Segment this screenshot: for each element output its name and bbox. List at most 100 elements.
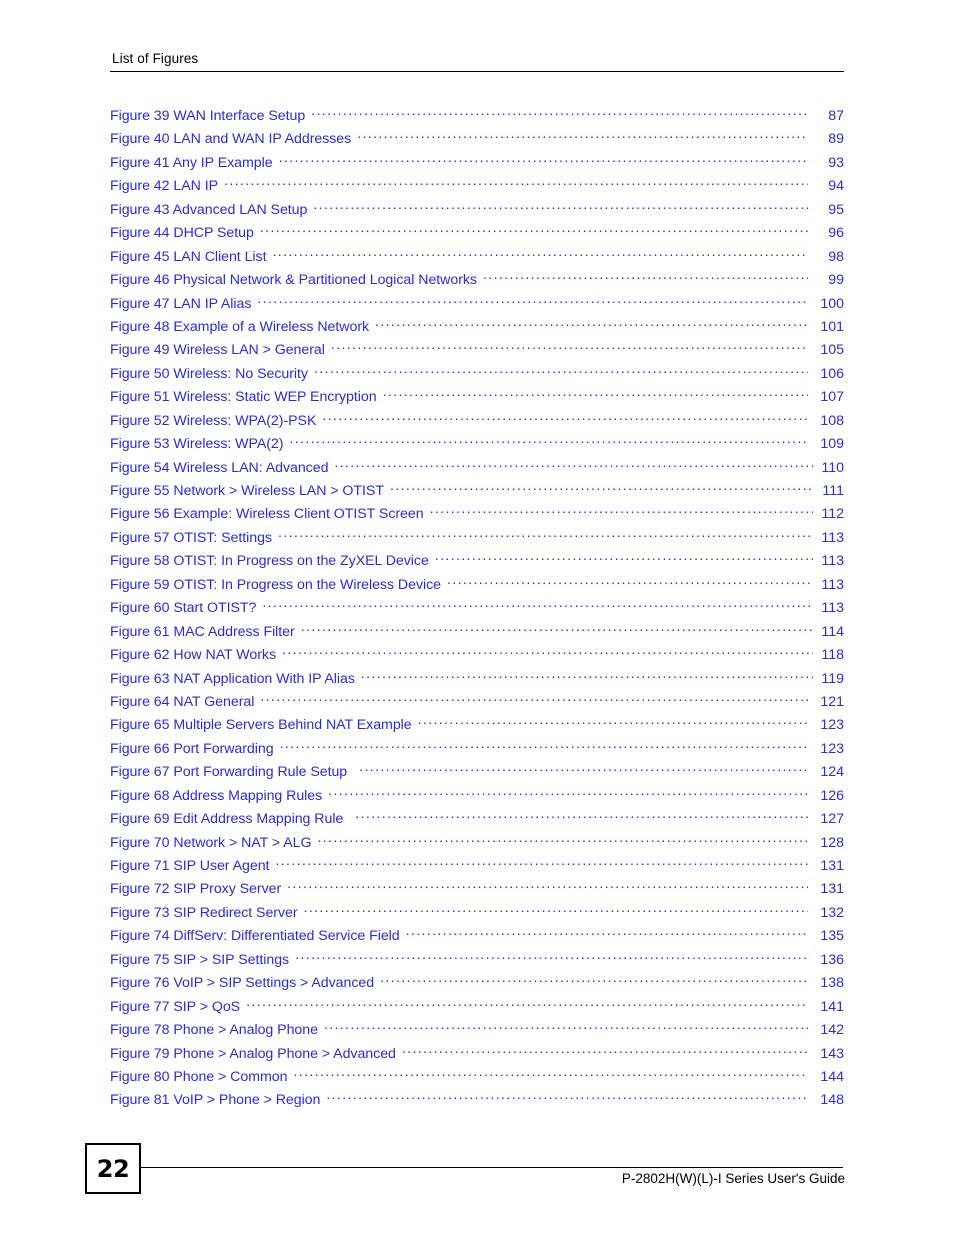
figure-entry-page-number: 113 <box>821 553 844 570</box>
figure-entry[interactable]: Figure 55 Network > Wireless LAN > OTIST… <box>110 481 844 504</box>
figure-entry[interactable]: Figure 64 NAT General 121 <box>110 692 844 715</box>
figure-entry[interactable]: Figure 52 Wireless: WPA(2)-PSK 108 <box>110 411 844 434</box>
figure-entry-page-number: 113 <box>821 576 844 593</box>
figure-entry[interactable]: Figure 59 OTIST: In Progress on the Wire… <box>110 575 844 598</box>
figure-entry[interactable]: Figure 41 Any IP Example 93 <box>110 153 844 176</box>
figure-entry[interactable]: Figure 63 NAT Application With IP Alias 1… <box>110 669 844 692</box>
figure-entry[interactable]: Figure 46 Physical Network & Partitioned… <box>110 270 844 293</box>
figure-entry[interactable]: Figure 69 Edit Address Mapping Rule 127 <box>110 809 844 832</box>
figure-entry-page-number: 107 <box>820 389 844 406</box>
figure-entry-label: Figure 44 DHCP Setup <box>110 225 254 242</box>
figure-entry[interactable]: Figure 76 VoIP > SIP Settings > Advanced… <box>110 973 844 996</box>
dot-leader <box>334 458 813 472</box>
figure-entry[interactable]: Figure 80 Phone > Common 144 <box>110 1067 844 1090</box>
figure-entry-label: Figure 48 Example of a Wireless Network <box>110 318 370 335</box>
figure-entry-label: Figure 79 Phone > Analog Phone > Advance… <box>110 1045 396 1062</box>
header-title: List of Figures <box>112 51 199 66</box>
figure-entry-label: Figure 41 Any IP Example <box>110 154 273 171</box>
figure-entry-label: Figure 54 Wireless LAN: Advanced <box>110 459 329 476</box>
figure-entry-page-number: 114 <box>821 623 844 640</box>
dot-leader <box>324 1020 808 1034</box>
figure-entry[interactable]: Figure 75 SIP > SIP Settings 136 <box>110 950 844 973</box>
figure-entry-label: Figure 77 SIP > QoS <box>110 998 241 1015</box>
dot-leader <box>328 786 808 800</box>
figure-entry[interactable]: Figure 48 Example of a Wireless Network 1… <box>110 317 844 340</box>
figure-entry-page-number: 106 <box>820 365 844 382</box>
dot-leader <box>418 715 808 729</box>
figure-entry[interactable]: Figure 39 WAN Interface Setup 87 <box>110 106 844 129</box>
figure-entry[interactable]: Figure 77 SIP > QoS 141 <box>110 997 844 1020</box>
figure-entry[interactable]: Figure 43 Advanced LAN Setup 95 <box>110 200 844 223</box>
figure-entry-label: Figure 50 Wireless: No Security <box>110 365 308 382</box>
figure-entry[interactable]: Figure 54 Wireless LAN: Advanced 110 <box>110 458 844 481</box>
figure-entry-label: Figure 68 Address Mapping Rules <box>110 787 323 804</box>
figure-entry[interactable]: Figure 40 LAN and WAN IP Addresses 89 <box>110 129 844 152</box>
figure-entry-page-number: 113 <box>821 529 844 546</box>
figure-entry[interactable]: Figure 56 Example: Wireless Client OTIST… <box>110 504 844 527</box>
figure-entry-page-number: 101 <box>820 318 844 335</box>
figure-entry[interactable]: Figure 68 Address Mapping Rules 126 <box>110 786 844 809</box>
figure-entry[interactable]: Figure 44 DHCP Setup 96 <box>110 223 844 246</box>
figure-entry[interactable]: Figure 81 VoIP > Phone > Region 148 <box>110 1090 844 1113</box>
figure-entry[interactable]: Figure 61 MAC Address Filter 114 <box>110 622 844 645</box>
figure-entry-label: Figure 47 LAN IP Alias <box>110 295 252 312</box>
figure-entry-page-number: 111 <box>822 483 844 499</box>
figure-entry[interactable]: Figure 42 LAN IP 94 <box>110 176 844 199</box>
figure-entry[interactable]: Figure 50 Wireless: No Security 106 <box>110 364 844 387</box>
page-number-box: 22 <box>85 1143 141 1194</box>
figure-entry-page-number: 124 <box>820 764 844 781</box>
figure-entry[interactable]: Figure 49 Wireless LAN > General 105 <box>110 340 844 363</box>
figure-entry[interactable]: Figure 67 Port Forwarding Rule Setup 124 <box>110 762 844 785</box>
figure-entry-page-number: 144 <box>820 1068 844 1085</box>
page-number: 22 <box>96 1154 130 1183</box>
figure-entry-page-number: 110 <box>821 459 844 476</box>
dot-leader <box>224 176 808 190</box>
figure-entry-page-number: 131 <box>820 858 844 874</box>
figure-entry[interactable]: Figure 71 SIP User Agent 131 <box>110 856 844 879</box>
dot-leader <box>380 973 808 987</box>
figure-entry-page-number: 118 <box>821 647 844 664</box>
figure-entry[interactable]: Figure 62 How NAT Works 118 <box>110 645 844 668</box>
figure-entry[interactable]: Figure 45 LAN Client List 98 <box>110 247 844 270</box>
dot-leader <box>282 645 813 659</box>
figure-entry-page-number: 127 <box>820 811 844 828</box>
figure-entry[interactable]: Figure 60 Start OTIST? 113 <box>110 598 844 621</box>
figure-entry-page-number: 119 <box>821 670 844 687</box>
figure-entry-label: Figure 59 OTIST: In Progress on the Wire… <box>110 576 441 593</box>
figure-entry[interactable]: Figure 66 Port Forwarding 123 <box>110 739 844 762</box>
figure-entry[interactable]: Figure 47 LAN IP Alias 100 <box>110 294 844 317</box>
dot-leader <box>314 364 808 378</box>
dot-leader <box>260 692 808 706</box>
dot-leader <box>435 551 813 565</box>
figure-entry-label: Figure 67 Port Forwarding Rule Setup <box>110 764 348 781</box>
figure-entry-page-number: 109 <box>820 436 844 453</box>
figure-entry-page-number: 87 <box>828 108 844 124</box>
figure-entry-label: Figure 43 Advanced LAN Setup <box>110 201 308 218</box>
figure-entry[interactable]: Figure 57 OTIST: Settings 113 <box>110 528 844 551</box>
dot-leader <box>313 200 808 214</box>
figure-entry[interactable]: Figure 73 SIP Redirect Server 132 <box>110 903 844 926</box>
figure-entry-page-number: 96 <box>828 225 844 242</box>
dot-leader <box>357 129 808 143</box>
dot-leader <box>293 1067 808 1081</box>
figure-entry[interactable]: Figure 51 Wireless: Static WEP Encryptio… <box>110 387 844 410</box>
figure-entry[interactable]: Figure 72 SIP Proxy Server 131 <box>110 879 844 902</box>
figure-entry[interactable]: Figure 53 Wireless: WPA(2) 109 <box>110 434 844 457</box>
figure-entry-page-number: 143 <box>820 1045 844 1062</box>
figure-entry[interactable]: Figure 70 Network > NAT > ALG 128 <box>110 833 844 856</box>
figure-entry-page-number: 128 <box>820 834 844 851</box>
figure-entry-label: Figure 55 Network > Wireless LAN > OTIST <box>110 483 384 499</box>
figure-entry-label: Figure 65 Multiple Servers Behind NAT Ex… <box>110 717 412 734</box>
figure-entry[interactable]: Figure 78 Phone > Analog Phone 142 <box>110 1020 844 1043</box>
figure-entry-page-number: 141 <box>820 998 844 1015</box>
figure-entry[interactable]: Figure 79 Phone > Analog Phone > Advance… <box>110 1044 844 1067</box>
figure-entry-label: Figure 78 Phone > Analog Phone <box>110 1022 318 1039</box>
figure-entry[interactable]: Figure 58 OTIST: In Progress on the ZyXE… <box>110 551 844 574</box>
list-of-figures: Figure 39 WAN Interface Setup 87 Figure 40… <box>110 106 844 1114</box>
figure-entry[interactable]: Figure 74 DiffServ: Differentiated Servi… <box>110 926 844 949</box>
figure-entry-page-number: 132 <box>820 904 844 921</box>
figure-entry[interactable]: Figure 65 Multiple Servers Behind NAT Ex… <box>110 715 844 738</box>
figure-entry-label: Figure 71 SIP User Agent <box>110 858 270 874</box>
document-page: List of Figures Figure 39 WAN Interface … <box>0 0 954 1235</box>
figure-entry-label: Figure 73 SIP Redirect Server <box>110 904 298 921</box>
